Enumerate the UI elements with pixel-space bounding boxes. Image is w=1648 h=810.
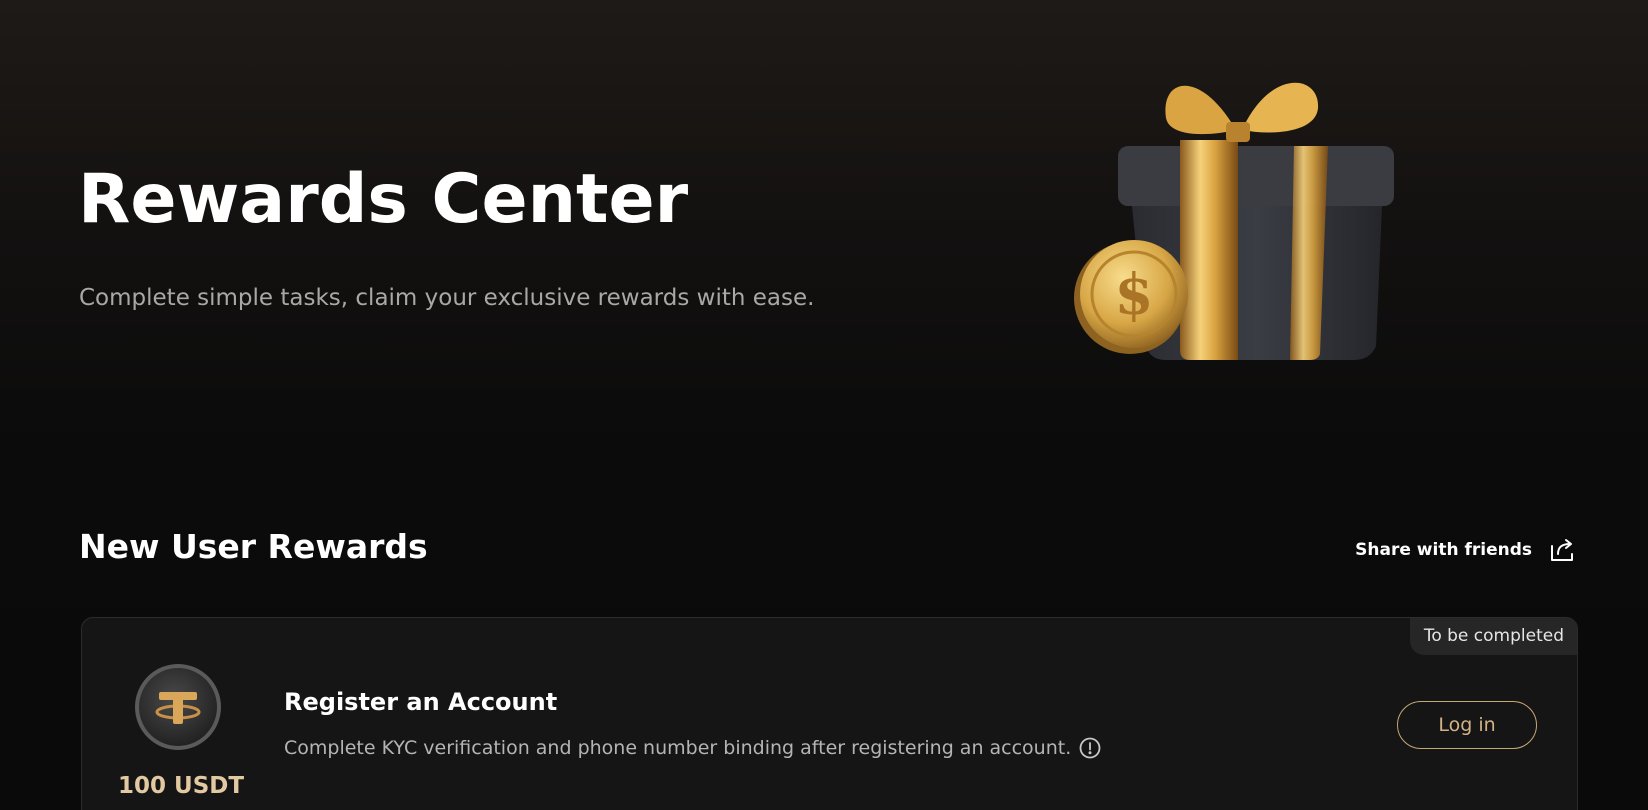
task-description-text: Complete KYC verification and phone numb…: [284, 737, 1072, 759]
rewards-center-page: Rewards Center Complete simple tasks, cl…: [0, 0, 1648, 810]
task-title: Register an Account: [284, 688, 558, 716]
page-title: Rewards Center: [78, 160, 689, 239]
info-icon[interactable]: [1079, 737, 1101, 759]
page-subtitle: Complete simple tasks, claim your exclus…: [79, 285, 815, 311]
task-description: Complete KYC verification and phone numb…: [284, 737, 1101, 759]
section-title: New User Rewards: [79, 527, 428, 566]
share-label: Share with friends: [1355, 540, 1532, 560]
status-badge: To be completed: [1409, 618, 1577, 655]
login-button[interactable]: Log in: [1397, 701, 1537, 749]
share-icon: [1551, 539, 1573, 561]
gift-box-illustration: $: [1074, 82, 1394, 360]
tether-token-icon: [135, 664, 221, 750]
svg-text:$: $: [1115, 262, 1154, 328]
share-with-friends-link[interactable]: Share with friends: [1355, 536, 1576, 564]
task-card-register-account: To be completed 100 USDT Register an Acc…: [81, 617, 1578, 810]
reward-amount: 100 USDT: [118, 773, 245, 799]
